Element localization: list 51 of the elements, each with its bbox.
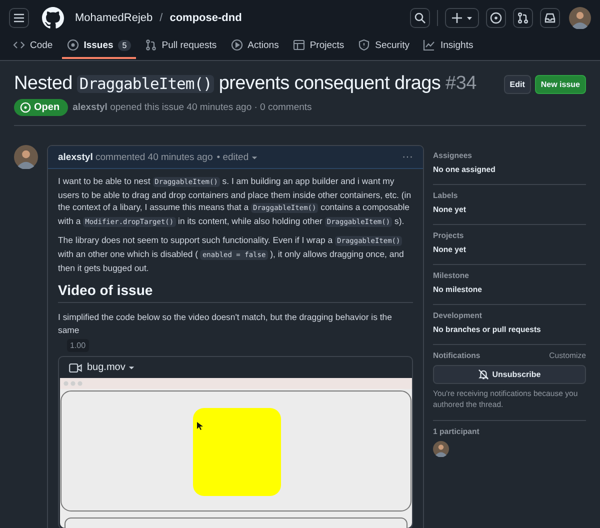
bell-slash-icon	[478, 369, 490, 380]
menu-button[interactable]	[9, 8, 29, 28]
new-issue-button[interactable]: New issue	[534, 74, 586, 94]
plus-caret-icon	[451, 12, 473, 24]
repo-tab[interactable]: Issues 5	[62, 36, 136, 59]
comment-paragraph: I simplified the code below so the video doesn't match, but the dragging behavior is the same	[58, 311, 393, 336]
open-issue-icon	[20, 102, 31, 113]
shield-icon	[358, 39, 370, 51]
octocat-logo-icon[interactable]	[42, 7, 64, 29]
repo-link[interactable]: compose-dnd	[170, 12, 242, 24]
comment-header: alexstyl commented 40 minutes ago	[58, 152, 213, 162]
pull-request-icon	[144, 39, 157, 51]
repo-tab[interactable]: Projects	[288, 36, 350, 59]
play-icon	[230, 39, 243, 51]
video-file-dropdown[interactable]: bug.mov	[87, 362, 136, 374]
edited-dropdown[interactable]: • edited	[216, 152, 258, 162]
repo-tab[interactable]: Code	[8, 36, 58, 59]
owner-link[interactable]: MohamedRejeb	[75, 12, 153, 24]
speed-tooltip: 1.00	[67, 339, 89, 352]
path-separator: /	[160, 12, 163, 24]
caret-icon	[128, 364, 136, 372]
search-icon	[414, 12, 426, 24]
create-new-button[interactable]	[445, 8, 479, 28]
commenter-avatar-icon[interactable]	[14, 145, 38, 169]
user-avatar-icon[interactable]	[569, 7, 591, 29]
table-icon	[292, 39, 305, 51]
unsubscribe-button[interactable]: Unsubscribe	[433, 365, 586, 384]
more-options-button[interactable]: ···	[402, 151, 413, 163]
menu-icon	[13, 12, 25, 24]
repo-tab[interactable]: Security	[353, 36, 414, 59]
participant-avatar-icon[interactable]	[433, 441, 449, 457]
graph-icon	[423, 39, 436, 51]
repo-tab[interactable]: Insights	[418, 36, 478, 59]
open-state-badge: Open	[14, 99, 68, 116]
issue-title: Nested DraggableItem() prevents consequent drags #34	[14, 73, 476, 95]
edit-button[interactable]: Edit	[504, 74, 531, 94]
inbox-icon	[544, 12, 556, 24]
issue-meta: alexstyl opened this issue 40 minutes ago · 0 comments	[72, 102, 312, 113]
repo-tab[interactable]: Actions	[226, 36, 284, 59]
section-heading: Video of issue	[58, 282, 413, 304]
code-icon	[13, 39, 25, 51]
pull-request-icon	[517, 12, 529, 24]
inbox-button[interactable]	[540, 8, 560, 28]
issue-icon	[490, 12, 502, 24]
pull-requests-button[interactable]	[513, 8, 533, 28]
issues-button[interactable]	[486, 8, 506, 28]
search-button[interactable]	[410, 8, 430, 28]
issue-icon	[66, 39, 79, 51]
caret-icon	[250, 154, 258, 160]
repo-tab[interactable]: Pull requests	[140, 36, 222, 59]
video-camera-icon	[69, 362, 82, 373]
